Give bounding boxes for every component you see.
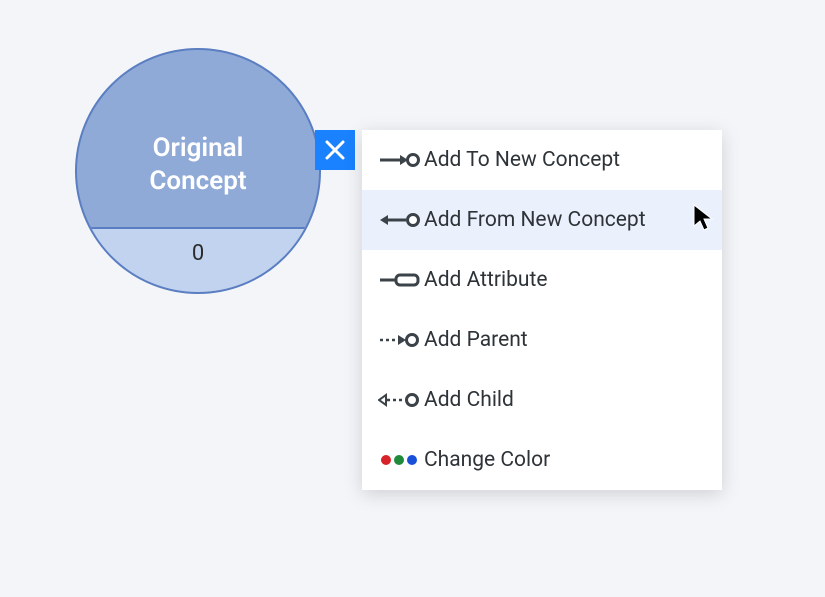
- add-parent-icon: [378, 330, 424, 350]
- color-dots-icon: [378, 450, 424, 470]
- context-menu: Add To New Concept Add From New Concept …: [362, 130, 722, 490]
- close-button[interactable]: [315, 130, 355, 170]
- concept-title-line1: Original: [153, 133, 244, 163]
- concept-title-line2: Concept: [149, 166, 246, 196]
- menu-item-label: Add Child: [424, 388, 514, 412]
- menu-item-label: Change Color: [424, 448, 550, 472]
- attribute-icon: [378, 270, 424, 290]
- menu-item-label: Add To New Concept: [424, 148, 620, 172]
- arrow-left-from-circle-icon: [378, 210, 424, 230]
- concept-lower-section: 0: [77, 227, 319, 292]
- add-child-icon: [378, 390, 424, 410]
- menu-item-add-child[interactable]: Add Child: [362, 370, 722, 430]
- menu-item-label: Add From New Concept: [424, 208, 646, 232]
- menu-item-label: Add Parent: [424, 328, 528, 352]
- menu-item-add-to-new-concept[interactable]: Add To New Concept: [362, 130, 722, 190]
- menu-item-add-parent[interactable]: Add Parent: [362, 310, 722, 370]
- arrow-right-to-circle-icon: [378, 150, 424, 170]
- concept-title: Original Concept: [77, 132, 319, 197]
- menu-item-add-from-new-concept[interactable]: Add From New Concept: [362, 190, 722, 250]
- menu-item-add-attribute[interactable]: Add Attribute: [362, 250, 722, 310]
- close-icon: [324, 139, 346, 161]
- menu-item-change-color[interactable]: Change Color: [362, 430, 722, 490]
- concept-node[interactable]: Original Concept 0: [75, 48, 321, 294]
- menu-item-label: Add Attribute: [424, 268, 547, 292]
- concept-count: 0: [77, 241, 319, 266]
